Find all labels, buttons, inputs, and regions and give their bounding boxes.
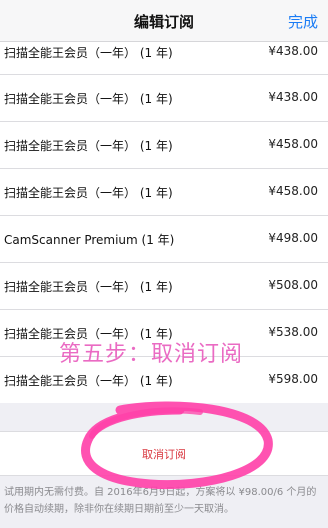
renewal-notice: 试用期内无需付费。自 2016年6月9日起，方案将以 ¥98.00/6 个月的价… <box>4 487 317 515</box>
subscription-price: ¥458.00 <box>268 184 318 198</box>
navigation-bar: 编辑订阅 完成 <box>0 0 328 42</box>
subscription-row[interactable]: CamScanner Premium (1 年) ¥498.00 <box>0 216 328 263</box>
cancel-subscription-button[interactable]: 取消订阅 <box>0 431 328 476</box>
subscription-name: 扫描全能王会员（一年） (1 年) <box>4 186 173 200</box>
subscription-price: ¥538.00 <box>268 325 318 339</box>
page-title: 编辑订阅 <box>133 13 194 31</box>
edit-subscription-screen: 扫描全能王会员（一年） (1 年) ¥438.00 扫描全能王会员（一年） (1… <box>0 0 328 528</box>
subscription-name: 扫描全能王会员（一年） (1 年) <box>4 92 173 106</box>
subscription-price: ¥438.00 <box>268 44 318 58</box>
subscription-name: 扫描全能王会员（一年） (1 年) <box>4 139 173 153</box>
subscription-price: ¥508.00 <box>268 278 318 292</box>
done-button[interactable]: 完成 <box>288 11 318 32</box>
subscription-price: ¥498.00 <box>268 231 318 245</box>
subscription-name: 扫描全能王会员（一年） (1 年) <box>4 280 173 294</box>
subscription-price: ¥598.00 <box>268 372 318 386</box>
step-annotation: 第五步：取消订阅 <box>59 342 244 367</box>
subscription-price: ¥438.00 <box>268 90 318 104</box>
section-gap <box>0 403 328 431</box>
subscription-name: CamScanner Premium (1 年) <box>4 233 175 247</box>
subscription-row[interactable]: 扫描全能王会员（一年） (1 年) ¥438.00 <box>0 75 328 122</box>
subscription-row[interactable]: 扫描全能王会员（一年） (1 年) ¥458.00 <box>0 169 328 216</box>
subscription-name: 扫描全能王会员（一年） (1 年) <box>4 374 173 388</box>
subscription-name: 扫描全能王会员（一年） (1 年) <box>4 46 173 60</box>
subscription-row[interactable]: 扫描全能王会员（一年） (1 年) ¥458.00 <box>0 122 328 169</box>
subscription-price: ¥458.00 <box>268 137 318 151</box>
cancel-subscription-label: 取消订阅 <box>142 448 186 461</box>
subscription-row[interactable]: 扫描全能王会员（一年） (1 年) ¥508.00 <box>0 263 328 310</box>
